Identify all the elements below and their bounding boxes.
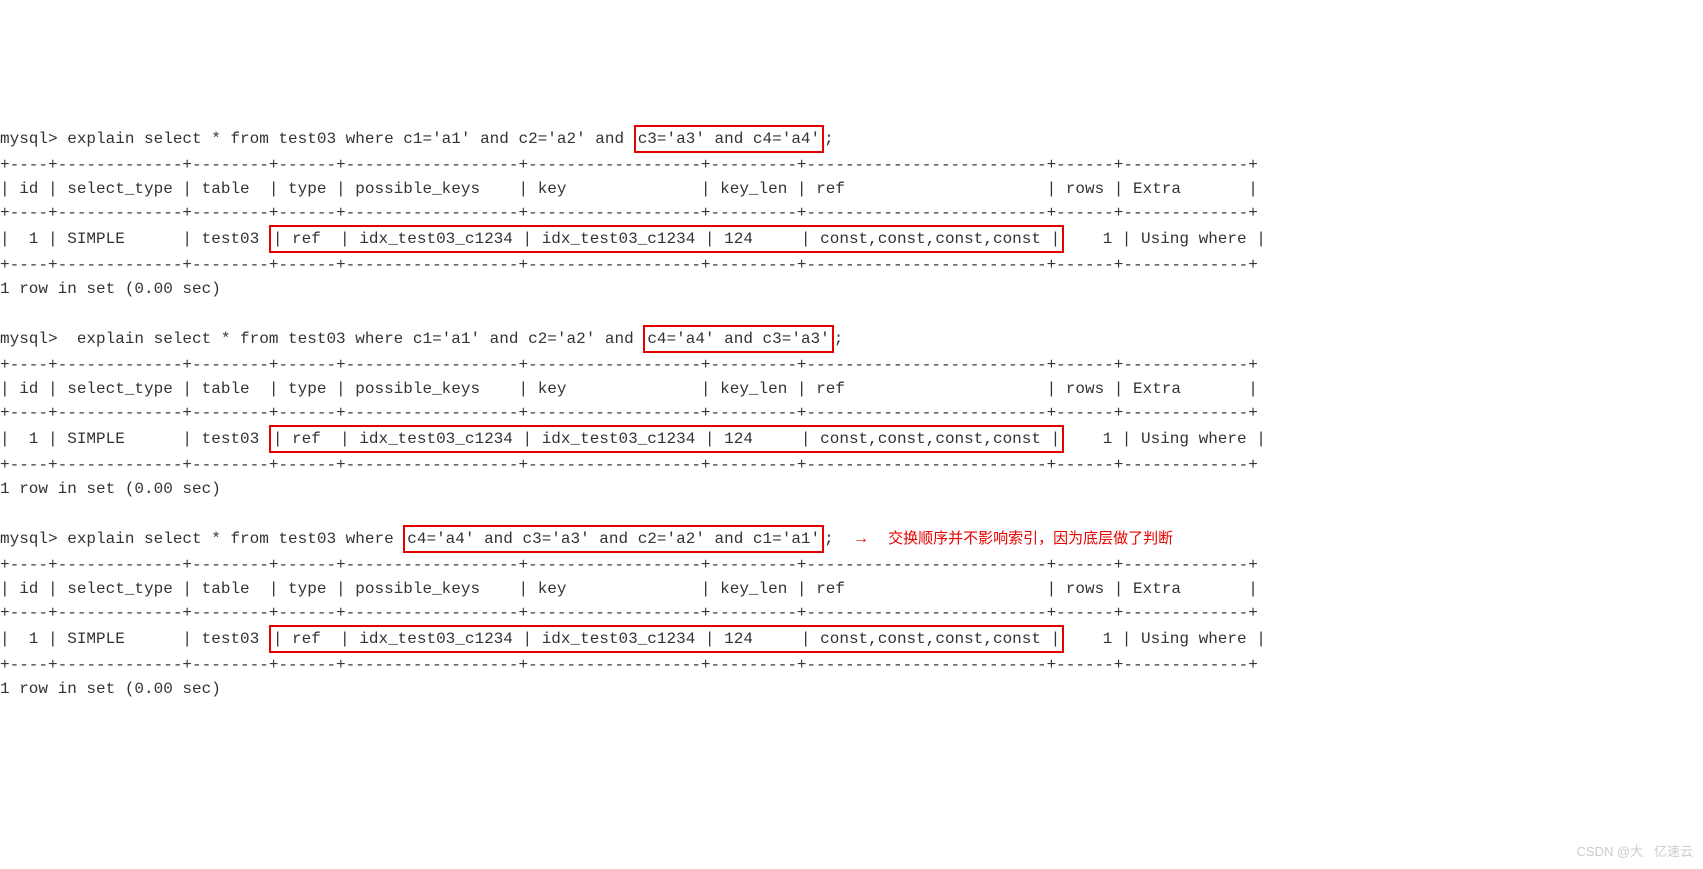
table-header: | id | select_type | table | type | poss… bbox=[0, 380, 1258, 398]
table-border: +----+-------------+--------+------+----… bbox=[0, 556, 1258, 574]
cmd-text: explain select * from test03 where c1='a… bbox=[58, 130, 634, 148]
highlight-condition-3: c4='a4' and c3='a3' and c2='a2' and c1='… bbox=[403, 525, 824, 553]
highlight-condition-2: c4='a4' and c3='a3' bbox=[643, 325, 833, 353]
result-footer: 1 row in set (0.00 sec) bbox=[0, 680, 221, 698]
arrow-icon: → bbox=[853, 527, 869, 551]
cmd-text: explain select * from test03 where bbox=[58, 530, 404, 548]
table-border: +----+-------------+--------+------+----… bbox=[0, 656, 1258, 674]
table-row-post: 1 | Using where | bbox=[1064, 430, 1266, 448]
annotation-text: 交换顺序并不影响索引，因为底层做了判断 bbox=[888, 528, 1173, 551]
table-border: +----+-------------+--------+------+----… bbox=[0, 604, 1258, 622]
table-border: +----+-------------+--------+------+----… bbox=[0, 256, 1258, 274]
prompt: mysql> bbox=[0, 330, 58, 348]
cmd-end: ; bbox=[834, 330, 844, 348]
highlight-row-1: | ref | idx_test03_c1234 | idx_test03_c1… bbox=[269, 225, 1064, 253]
table-header: | id | select_type | table | type | poss… bbox=[0, 180, 1258, 198]
table-border: +----+-------------+--------+------+----… bbox=[0, 456, 1258, 474]
table-border: +----+-------------+--------+------+----… bbox=[0, 404, 1258, 422]
table-header: | id | select_type | table | type | poss… bbox=[0, 580, 1258, 598]
table-row-pre: | 1 | SIMPLE | test03 bbox=[0, 430, 269, 448]
prompt: mysql> bbox=[0, 130, 58, 148]
table-border: +----+-------------+--------+------+----… bbox=[0, 356, 1258, 374]
watermark: CSDN @大 亿速云 bbox=[1577, 842, 1693, 862]
table-border: +----+-------------+--------+------+----… bbox=[0, 204, 1258, 222]
result-footer: 1 row in set (0.00 sec) bbox=[0, 480, 221, 498]
terminal-output: mysql> explain select * from test03 wher… bbox=[0, 101, 1703, 701]
table-row-post: 1 | Using where | bbox=[1064, 230, 1266, 248]
cmd-text: explain select * from test03 where c1='a… bbox=[58, 330, 644, 348]
cmd-end: ; bbox=[824, 130, 834, 148]
table-row-pre: | 1 | SIMPLE | test03 bbox=[0, 230, 269, 248]
table-border: +----+-------------+--------+------+----… bbox=[0, 156, 1258, 174]
highlight-condition-1: c3='a3' and c4='a4' bbox=[634, 125, 824, 153]
highlight-row-3: | ref | idx_test03_c1234 | idx_test03_c1… bbox=[269, 625, 1064, 653]
cmd-end: ; bbox=[824, 530, 834, 548]
result-footer: 1 row in set (0.00 sec) bbox=[0, 280, 221, 298]
prompt: mysql> bbox=[0, 530, 58, 548]
highlight-row-2: | ref | idx_test03_c1234 | idx_test03_c1… bbox=[269, 425, 1064, 453]
